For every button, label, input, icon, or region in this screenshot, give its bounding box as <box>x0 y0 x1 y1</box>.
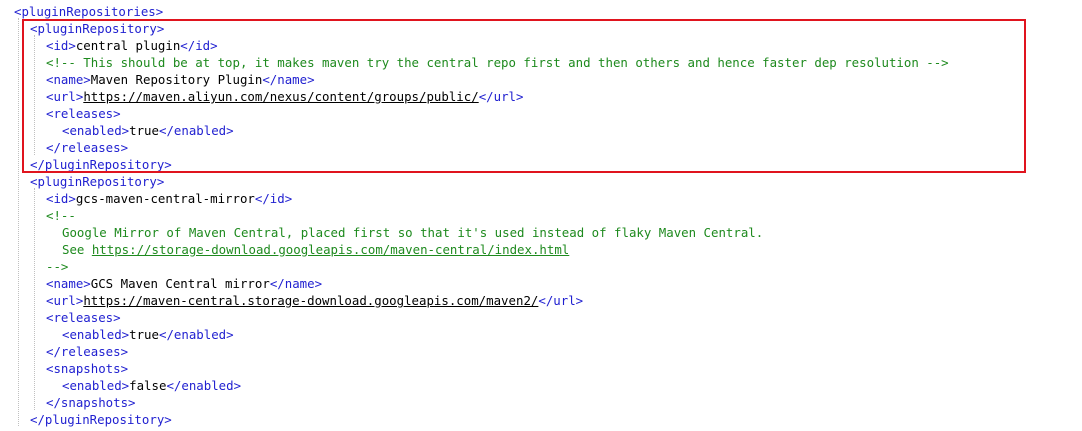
code-line: <releases> <box>46 309 121 326</box>
xml-code-editor[interactable]: <pluginRepositories> <pluginRepository> <i… <box>0 0 1082 431</box>
xml-tag: </pluginRepository> <box>30 412 172 427</box>
xml-tag: </enabled> <box>166 378 242 393</box>
xml-tag: <enabled> <box>62 327 130 342</box>
code-line: </releases> <box>46 343 128 360</box>
code-line: <enabled>true</enabled> <box>62 326 234 343</box>
indent-guide <box>18 18 19 426</box>
code-line: <enabled>false</enabled> <box>62 377 241 394</box>
xml-tag: <enabled> <box>62 378 130 393</box>
xml-comment: See <box>62 242 92 257</box>
xml-tag: <pluginRepository> <box>30 174 165 189</box>
xml-tag: <url> <box>46 293 84 308</box>
code-line: <pluginRepository> <box>30 173 164 190</box>
code-line: Google Mirror of Maven Central, placed f… <box>62 224 763 241</box>
xml-comment: Google Mirror of Maven Central, placed f… <box>62 225 764 240</box>
code-line: <snapshots> <box>46 360 128 377</box>
xml-tag: </enabled> <box>158 327 234 342</box>
xml-comment: --> <box>46 259 69 274</box>
xml-tag: </name> <box>269 276 323 291</box>
url-link[interactable]: https://storage-download.googleapis.com/… <box>92 242 569 257</box>
indent-guide <box>34 188 35 410</box>
code-line: </snapshots> <box>46 394 136 411</box>
xml-tag: <name> <box>46 276 91 291</box>
xml-tag: <snapshots> <box>46 361 129 376</box>
xml-tag: <id> <box>46 191 76 206</box>
xml-tag: </id> <box>254 191 293 206</box>
xml-tag: </url> <box>538 293 584 308</box>
xml-tag: </snapshots> <box>46 395 136 410</box>
code-line: <!-- <box>46 207 76 224</box>
code-line: <url>https://maven-central.storage-downl… <box>46 292 583 309</box>
highlight-box <box>22 19 1026 173</box>
xml-comment: <!-- <box>46 208 76 223</box>
xml-text: false <box>129 378 167 393</box>
code-line: <id>gcs-maven-central-mirror</id> <box>46 190 292 207</box>
url-link[interactable]: https://maven-central.storage-download.g… <box>83 293 538 308</box>
code-line: <pluginRepositories> <box>14 3 163 20</box>
xml-tag: <releases> <box>46 310 121 325</box>
code-line: </pluginRepository> <box>30 411 172 428</box>
xml-text: gcs-maven-central-mirror <box>75 191 255 206</box>
code-line: See https://storage-download.googleapis.… <box>62 241 569 258</box>
xml-tag: <pluginRepositories> <box>14 4 164 19</box>
code-line: --> <box>46 258 68 275</box>
xml-tag: </releases> <box>46 344 129 359</box>
code-line: <name>GCS Maven Central mirror</name> <box>46 275 322 292</box>
xml-text: true <box>129 327 159 342</box>
xml-text: GCS Maven Central mirror <box>90 276 270 291</box>
